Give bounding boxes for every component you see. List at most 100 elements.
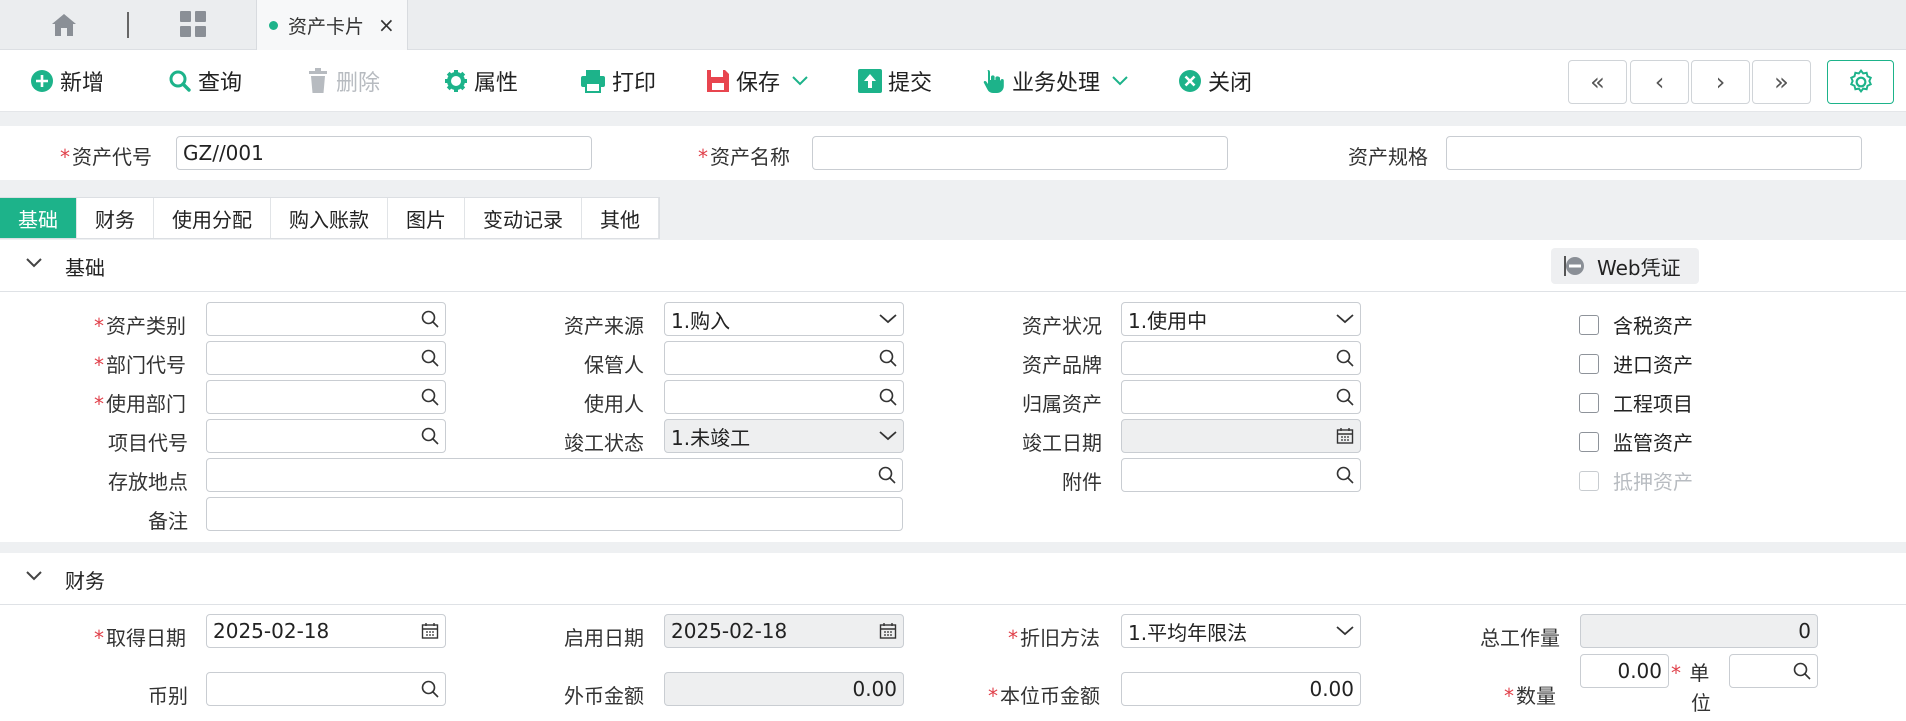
checkbox-box[interactable] [1579, 353, 1599, 374]
close-button[interactable]: 关闭 [1178, 64, 1252, 98]
custodian-label: 保管人 [584, 353, 644, 377]
foreign-amount-input[interactable]: 0.00 [664, 672, 904, 706]
currency-input[interactable] [206, 672, 446, 706]
double-chevron-left-icon: « [1590, 68, 1605, 96]
home-icon[interactable] [50, 12, 78, 38]
asset-name-input[interactable] [812, 136, 1228, 170]
quantity-input[interactable]: 0.00 [1580, 654, 1669, 688]
mortgaged-asset-checkbox[interactable]: 抵押资产 [1579, 466, 1693, 495]
checkbox-box[interactable] [1579, 470, 1599, 491]
query-button[interactable]: 查询 [168, 64, 242, 98]
custodian-input[interactable] [664, 341, 904, 375]
imported-asset-checkbox[interactable]: 进口资产 [1579, 349, 1693, 378]
delete-button[interactable]: 删除 [306, 64, 380, 98]
last-record-button[interactable]: » [1752, 60, 1811, 104]
first-record-button[interactable]: « [1568, 60, 1627, 104]
next-record-button[interactable]: › [1691, 60, 1750, 104]
chevron-right-icon: › [1715, 68, 1726, 96]
calendar-icon[interactable] [421, 622, 439, 640]
tab-basic[interactable]: 基础 [0, 198, 77, 238]
gear-icon [1849, 69, 1872, 94]
search-icon[interactable] [421, 310, 439, 328]
storage-location-input[interactable] [206, 458, 903, 492]
tab-other[interactable]: 其他 [582, 198, 659, 238]
web-voucher-button[interactable]: Web凭证 [1551, 248, 1699, 284]
completion-status-select[interactable]: 1.未竣工 [664, 419, 904, 453]
add-button[interactable]: 新增 [30, 64, 104, 98]
calendar-icon[interactable] [1336, 427, 1354, 445]
search-icon[interactable] [878, 466, 896, 484]
use-dept-input[interactable] [206, 380, 446, 414]
tab-usage-allocation[interactable]: 使用分配 [154, 198, 271, 238]
close-label: 关闭 [1208, 71, 1253, 96]
tab-purchase-payment[interactable]: 购入账款 [271, 198, 388, 238]
search-icon[interactable] [1793, 662, 1811, 680]
print-button[interactable]: 打印 [580, 64, 656, 98]
asset-status-select[interactable]: 1.使用中 [1121, 302, 1361, 336]
close-tab-icon[interactable]: × [378, 13, 395, 37]
checkbox-box[interactable] [1579, 431, 1599, 452]
submit-button[interactable]: 提交 [858, 64, 932, 98]
asset-source-label: 资产来源 [564, 314, 644, 338]
submit-label: 提交 [888, 71, 933, 96]
delete-label: 删除 [336, 71, 381, 96]
checkbox-box[interactable] [1579, 314, 1599, 335]
search-icon[interactable] [1336, 466, 1354, 484]
asset-category-input[interactable] [206, 302, 446, 336]
remark-input[interactable] [206, 497, 903, 531]
printer-icon [581, 70, 605, 93]
tab-asset-card[interactable]: 资产卡片 × [256, 0, 408, 50]
search-icon[interactable] [421, 349, 439, 367]
attachment-label: 附件 [1062, 470, 1102, 494]
search-icon[interactable] [1336, 349, 1354, 367]
supervised-asset-checkbox[interactable]: 监管资产 [1579, 427, 1693, 456]
belong-asset-input[interactable] [1121, 380, 1361, 414]
save-button[interactable]: 保存 [706, 64, 814, 98]
chevron-left-icon: ‹ [1654, 68, 1665, 96]
floppy-disk-icon [707, 70, 729, 92]
finance-section-header[interactable]: 财务 [0, 553, 1906, 605]
asset-spec-input[interactable] [1446, 136, 1862, 170]
project-code-input[interactable] [206, 419, 446, 453]
unit-input[interactable] [1729, 654, 1818, 688]
chevron-down-icon[interactable] [26, 571, 42, 581]
total-work-input[interactable]: 0 [1580, 614, 1818, 648]
asset-code-label: * 资产代号 [60, 145, 152, 169]
engineering-project-checkbox[interactable]: 工程项目 [1579, 388, 1693, 417]
search-icon[interactable] [879, 388, 897, 406]
tab-change-log[interactable]: 变动记录 [465, 198, 582, 238]
settings-button[interactable] [1827, 60, 1894, 104]
chevron-down-icon[interactable] [26, 258, 42, 268]
tab-separator [127, 12, 129, 38]
chevron-down-icon[interactable] [1112, 76, 1128, 86]
apps-grid-icon[interactable] [180, 11, 206, 37]
search-icon[interactable] [879, 349, 897, 367]
calendar-icon[interactable] [879, 622, 897, 640]
checkbox-box[interactable] [1579, 392, 1599, 413]
asset-brand-input[interactable] [1121, 341, 1361, 375]
user-input[interactable] [664, 380, 904, 414]
depr-method-select[interactable]: 1.平均年限法 [1121, 614, 1361, 648]
tab-finance[interactable]: 财务 [77, 198, 154, 238]
tab-images[interactable]: 图片 [388, 198, 465, 238]
business-process-button[interactable]: 业务处理 [982, 64, 1134, 98]
asset-code-input[interactable]: GZ//001 [176, 136, 592, 170]
search-icon[interactable] [1336, 388, 1354, 406]
search-icon[interactable] [421, 388, 439, 406]
attachment-input[interactable] [1121, 458, 1361, 492]
chevron-down-icon [879, 431, 897, 441]
chevron-down-icon[interactable] [792, 76, 808, 86]
search-icon[interactable] [421, 427, 439, 445]
search-icon [169, 70, 191, 92]
dept-code-input[interactable] [206, 341, 446, 375]
prev-record-button[interactable]: ‹ [1630, 60, 1689, 104]
acquire-date-input[interactable]: 2025-02-18 [206, 614, 446, 648]
properties-button[interactable]: 属性 [444, 64, 518, 98]
asset-source-select[interactable]: 1.购入 [664, 302, 904, 336]
trash-icon [309, 68, 327, 93]
tax-included-checkbox[interactable]: 含税资产 [1579, 310, 1693, 339]
start-date-input[interactable]: 2025-02-18 [664, 614, 904, 648]
completion-date-input[interactable] [1121, 419, 1361, 453]
local-amount-input[interactable]: 0.00 [1121, 672, 1361, 706]
search-icon[interactable] [421, 680, 439, 698]
